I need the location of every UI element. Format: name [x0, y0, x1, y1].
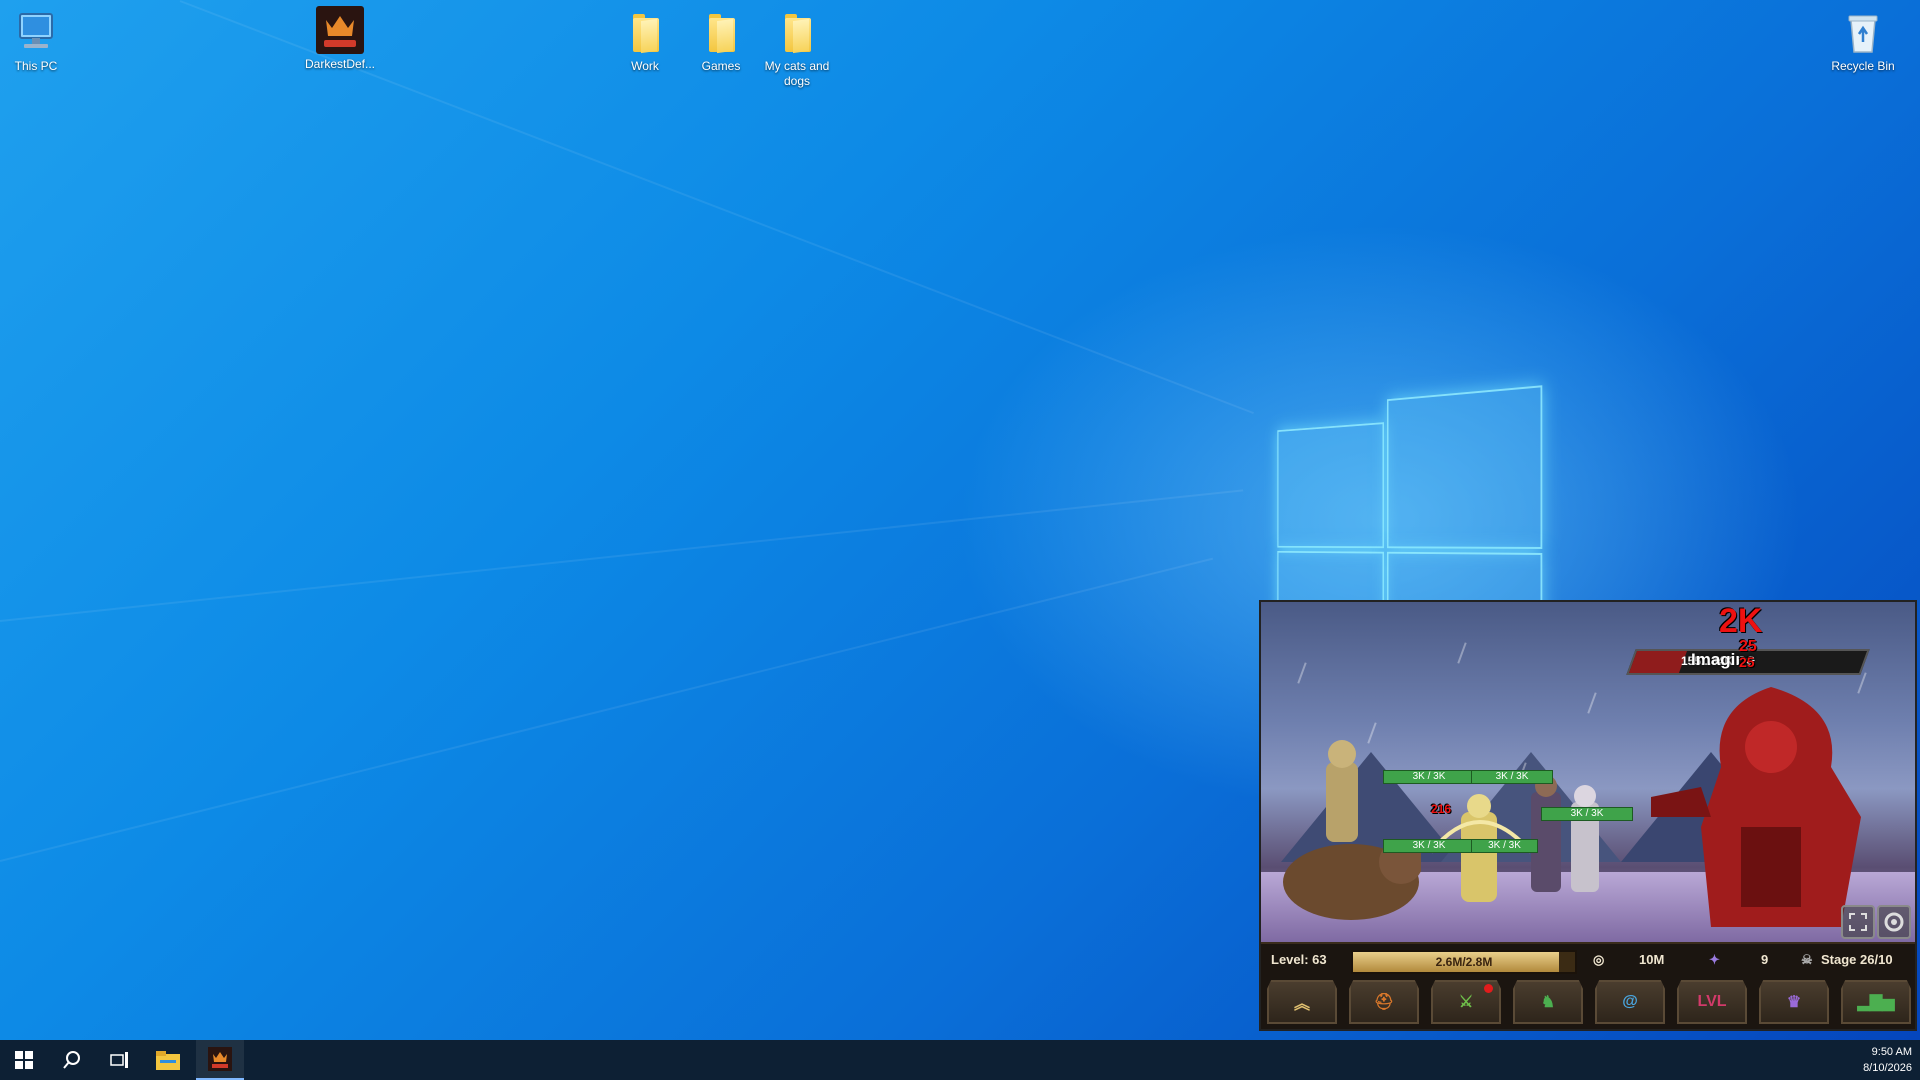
- icon-label: This PC: [14, 59, 58, 73]
- damage-number-big: 2K: [1719, 602, 1763, 640]
- computer-icon: [12, 8, 60, 56]
- stats-icon: ▂▇▅: [1857, 994, 1895, 1011]
- level-label: Level: 63: [1271, 952, 1327, 967]
- icon-label: Work: [631, 59, 659, 73]
- boss-health-fill: [1628, 651, 1688, 673]
- task-view-button[interactable]: [96, 1040, 144, 1080]
- light-beam: [0, 557, 1214, 862]
- boss-red-knight: [1651, 687, 1861, 927]
- file-explorer-button[interactable]: [144, 1040, 192, 1080]
- helmet-button[interactable]: ⛑: [1349, 980, 1419, 1024]
- light-beam: [0, 489, 1244, 622]
- desktop-icon-work-folder[interactable]: Work: [605, 8, 685, 74]
- icon-label: Recycle Bin: [1831, 59, 1895, 73]
- xp-bar: 2.6M/2.8M: [1351, 950, 1577, 974]
- desktop-icon-this-pc[interactable]: This PC: [0, 8, 76, 74]
- crown-button[interactable]: ♛: [1759, 980, 1829, 1024]
- damage-number: 216: [1431, 802, 1452, 816]
- helmet-icon: ⛑: [1373, 994, 1395, 1011]
- unit-hp-bar: 3K / 3K: [1541, 807, 1633, 821]
- clock-time: 9:50 AM: [1871, 1046, 1912, 1058]
- system-clock[interactable]: 9:50 AM 8/10/2026: [1863, 1044, 1912, 1076]
- horse-button[interactable]: ♞: [1513, 980, 1583, 1024]
- recycle-bin-icon: [1839, 8, 1887, 56]
- stats-button[interactable]: ▂▇▅: [1841, 980, 1911, 1024]
- unit-hp-bar: 3K / 3K: [1471, 770, 1553, 784]
- unit-hp-bar: 3K / 3K: [1471, 839, 1538, 853]
- search-icon: [63, 1051, 80, 1069]
- fullscreen-button[interactable]: [1841, 905, 1875, 939]
- desktop-icon-games-folder[interactable]: Games: [681, 8, 761, 74]
- desktop-icon-pets-folder[interactable]: My cats and dogs: [757, 8, 837, 89]
- game-toolbar: ︽ ⛑ ⚔ ♞ @ LVL ♛ ▂▇▅: [1261, 974, 1915, 1029]
- unit-hp-bar: 3K / 3K: [1383, 839, 1475, 853]
- upgrade-chevrons-icon: ︽: [1293, 996, 1310, 1013]
- desktop-icon-recycle-bin[interactable]: Recycle Bin: [1823, 8, 1903, 74]
- gem-icon: ✦: [1709, 952, 1720, 967]
- skull-icon: ☠: [1801, 952, 1813, 967]
- portal-button[interactable]: @: [1595, 980, 1665, 1024]
- windows-start-icon: [15, 1051, 33, 1069]
- task-view-icon: [110, 1052, 128, 1068]
- icon-label: Games: [701, 59, 741, 73]
- settings-button[interactable]: [1877, 905, 1911, 939]
- horse-icon: ♞: [1540, 994, 1556, 1011]
- sword-button[interactable]: ⚔: [1431, 980, 1501, 1024]
- folder-icon: [773, 8, 821, 56]
- gear-icon: [1884, 912, 1904, 932]
- battle-scene[interactable]: 3K / 3K 3K / 3K 3K / 3K 3K / 3K 3K / 3K …: [1261, 602, 1915, 942]
- status-bar: Level: 63 2.6M/2.8M ◎ 10M ✦ 9 ☠ Stage 26…: [1261, 942, 1915, 976]
- sword-icon: ⚔: [1458, 994, 1474, 1011]
- game-window[interactable]: 3K / 3K 3K / 3K 3K / 3K 3K / 3K 3K / 3K …: [1259, 600, 1917, 1031]
- taskbar: 9:50 AM 8/10/2026: [0, 1040, 1920, 1080]
- xp-text: 2.6M/2.8M: [1435, 955, 1493, 969]
- notification-dot: [1484, 984, 1493, 993]
- game-taskbar-button[interactable]: [196, 1040, 244, 1080]
- search-button[interactable]: [48, 1040, 96, 1080]
- stage-label: Stage 26/10: [1821, 952, 1893, 967]
- folder-icon: [697, 8, 745, 56]
- gold-icon: ◎: [1593, 952, 1605, 967]
- file-explorer-icon: [156, 1051, 180, 1070]
- icon-label: My cats and dogs: [764, 59, 830, 88]
- crown-icon: ♛: [1786, 994, 1802, 1011]
- damage-number-small: 25: [1739, 654, 1755, 670]
- gem-amount: 9: [1761, 952, 1769, 967]
- icon-label: DarkestDef...: [304, 57, 376, 71]
- clock-date: 8/10/2026: [1863, 1062, 1912, 1074]
- upgrade-chevrons-button[interactable]: ︽: [1267, 980, 1337, 1024]
- desktop-icon-game[interactable]: DarkestDef...: [300, 6, 380, 72]
- lvl-button[interactable]: LVL: [1677, 980, 1747, 1024]
- lvl-icon: LVL: [1697, 993, 1727, 1010]
- gold-amount: 10M: [1639, 952, 1665, 967]
- unit-hp-bar: 3K / 3K: [1383, 770, 1475, 784]
- portal-icon: @: [1622, 993, 1638, 1010]
- fullscreen-icon: [1849, 913, 1867, 931]
- start-button[interactable]: [0, 1040, 48, 1080]
- game-app-icon: [316, 6, 364, 54]
- hero-bear-rider: [1283, 740, 1421, 920]
- game-app-icon: [208, 1047, 232, 1071]
- folder-icon: [621, 8, 669, 56]
